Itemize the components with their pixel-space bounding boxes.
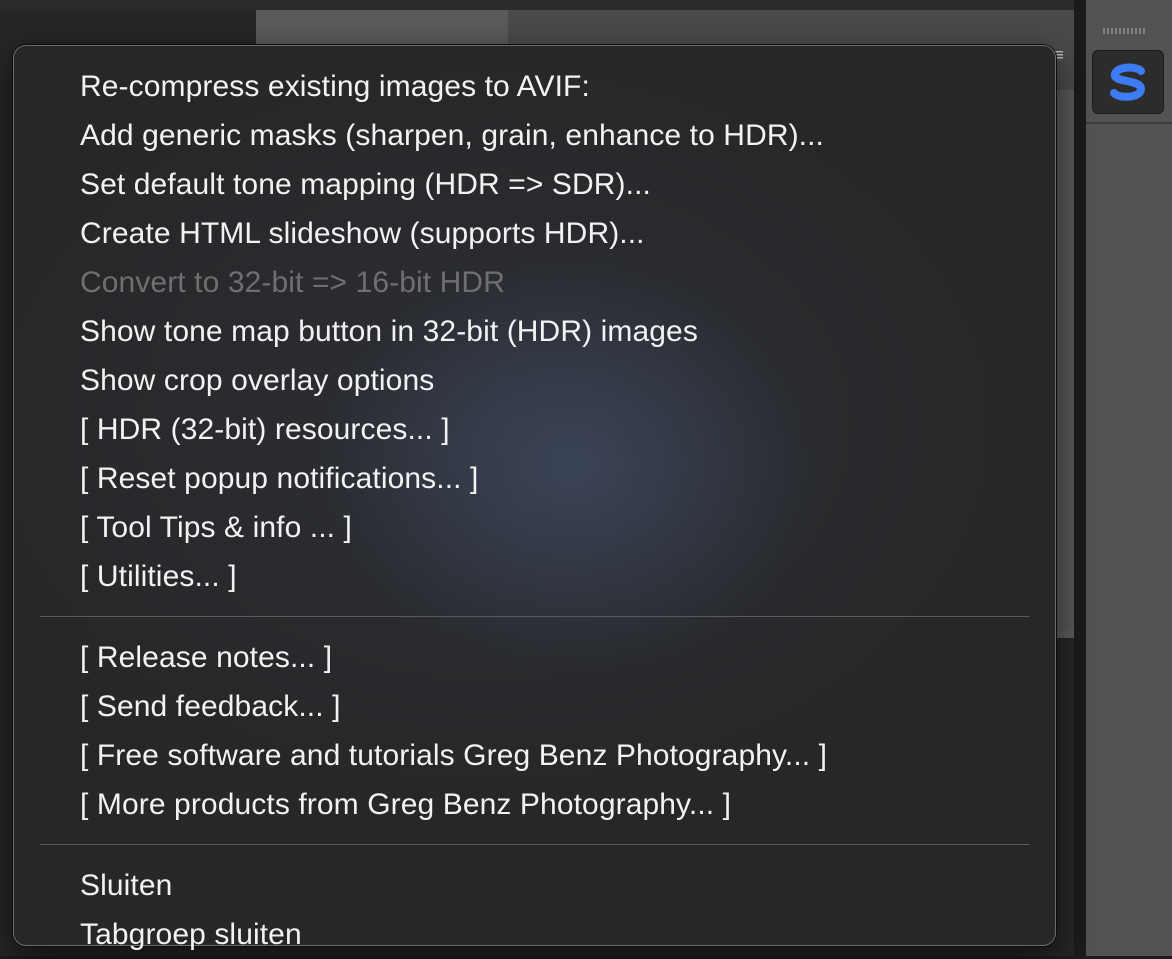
panel-scrollbar[interactable] (1056, 90, 1074, 630)
plugin-dock-button[interactable] (1092, 50, 1164, 114)
menu-item-close[interactable]: Sluiten (14, 861, 1047, 910)
menu-item-free-software-tutorials[interactable]: [ Free software and tutorials Greg Benz … (14, 731, 1047, 780)
menu-group-links: [ Release notes... ] [ Send feedback... … (14, 633, 1055, 829)
menu-item-convert-32-to-16-bit: Convert to 32-bit => 16-bit HDR (80, 266, 505, 299)
menu-item-hdr-resources[interactable]: [ HDR (32-bit) resources... ] (14, 405, 1047, 454)
menu-separator (40, 844, 1029, 845)
menu-separator (40, 616, 1029, 617)
menu-item-reset-popup-notifications[interactable]: [ Reset popup notifications... ] (14, 454, 1047, 503)
menu-item-more-products[interactable]: [ More products from Greg Benz Photograp… (14, 780, 1047, 829)
menu-item-show-tone-map-button[interactable]: Show tone map button in 32-bit (HDR) ima… (14, 307, 1047, 356)
context-menu: Re-compress existing images to AVIF: Add… (13, 45, 1056, 951)
menu-item-crop-overlay-options[interactable]: Show crop overlay options (14, 356, 1047, 405)
menu-item-default-tone-mapping[interactable]: Set default tone mapping (HDR => SDR)... (14, 160, 1047, 209)
dock-divider (1086, 122, 1172, 124)
menu-item-close-tab-group[interactable]: Tabgroep sluiten (14, 910, 1047, 959)
dock-gutter (1074, 0, 1086, 956)
menu-item-tool-tips-info[interactable]: [ Tool Tips & info ... ] (14, 503, 1047, 552)
s-logo-icon (1110, 63, 1146, 101)
app-top-strip (0, 0, 1080, 10)
panel-tab-bar (508, 10, 1080, 50)
panel-tab[interactable] (256, 10, 508, 50)
right-dock (1086, 0, 1172, 956)
menu-item-utilities[interactable]: [ Utilities... ] (14, 552, 1047, 601)
menu-item-add-generic-masks[interactable]: Add generic masks (sharpen, grain, enhan… (14, 111, 1047, 160)
menu-group-close: Sluiten Tabgroep sluiten (14, 861, 1055, 959)
menu-item-recompress-avif[interactable]: Re-compress existing images to AVIF: (14, 62, 1047, 111)
menu-group-tools: Re-compress existing images to AVIF: Add… (14, 62, 1055, 601)
menu-item-release-notes[interactable]: [ Release notes... ] (14, 633, 1047, 682)
menu-item-send-feedback[interactable]: [ Send feedback... ] (14, 682, 1047, 731)
menu-item-html-slideshow[interactable]: Create HTML slideshow (supports HDR)... (14, 209, 1047, 258)
dock-grip-handle[interactable] (1103, 28, 1147, 34)
